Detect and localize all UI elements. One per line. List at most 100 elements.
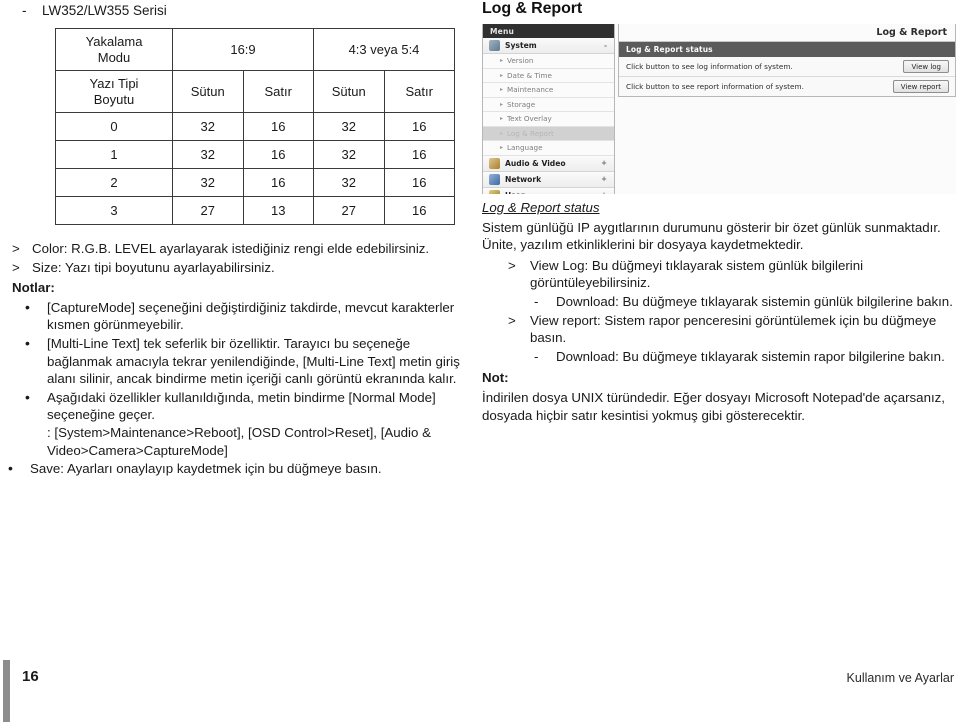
app-content-panel: Log & Report Log & Report status Click b…: [618, 24, 956, 97]
expand-icon[interactable]: +: [601, 159, 607, 167]
sidebar-item-date-time[interactable]: ▸ Date & Time: [483, 68, 614, 83]
cell-size: 0: [55, 112, 173, 141]
chevron-right-icon: ▸: [500, 57, 504, 65]
cell-c4: 16: [383, 140, 455, 169]
left-column: - LW352/LW355 Serisi Yakalama Modu 16:9 …: [0, 0, 470, 620]
list-item-line-2: : [System>Maintenance>Reboot], [OSD Cont…: [47, 424, 431, 458]
sidebar-group-user[interactable]: User +: [483, 187, 614, 195]
list-item-download-log: - Download: Bu düğmeye tıklayarak sistem…: [482, 293, 960, 311]
sidebar-group-label: Audio & Video: [505, 158, 566, 168]
list-item-view-report: > View report: Sistem rapor penceresini …: [482, 312, 960, 347]
user-icon: [489, 189, 500, 194]
header-col-2: Satır: [242, 70, 314, 113]
list-item-text: View Log: Bu düğmeyi tıklayarak sistem g…: [530, 257, 864, 291]
dash-marker: -: [534, 293, 539, 309]
footer-section-label: Kullanım ve Ayarlar: [846, 671, 954, 685]
view-report-button[interactable]: View report: [892, 80, 949, 93]
page-title: Log & Report: [482, 0, 583, 17]
collapse-icon[interactable]: -: [604, 42, 607, 50]
page-number: 16: [22, 668, 39, 685]
list-item-text: [CaptureMode] seçeneğini değiştirdiğiniz…: [47, 299, 455, 333]
bullet-marker: •: [25, 388, 30, 405]
left-prose: > Color: R.G.B. LEVEL ayarlayarak istedi…: [0, 240, 470, 479]
panel-row-text: Click button to see log information of s…: [626, 62, 793, 71]
note-heading: Not:: [482, 370, 509, 386]
audio-video-icon: [489, 157, 500, 169]
status-heading: Log & Report status: [482, 200, 600, 215]
sidebar-item-label: Text Overlay: [507, 114, 552, 124]
chevron-right-icon: ▸: [500, 129, 504, 137]
table-row: 3 27 13 27 16: [55, 196, 455, 225]
sidebar-item-label: Date & Time: [507, 70, 552, 80]
cell-c1: 32: [172, 168, 244, 197]
sidebar-item-label: Storage: [507, 99, 536, 109]
header-col-4: Satır: [383, 70, 455, 113]
sidebar-item-log-report[interactable]: ▸ Log & Report: [483, 126, 614, 141]
cell-c3: 32: [313, 168, 385, 197]
series-heading-text: LW352/LW355 Serisi: [42, 3, 167, 18]
panel-section-header: Log & Report status: [619, 42, 955, 57]
footer-accent-bar: [3, 660, 10, 722]
table-row: 1 32 16 32 16: [55, 140, 455, 169]
view-log-button[interactable]: View log: [903, 60, 949, 73]
sidebar-item-storage[interactable]: ▸ Storage: [483, 97, 614, 112]
sidebar-item-label: Version: [507, 56, 534, 66]
sidebar-item-maintenance[interactable]: ▸ Maintenance: [483, 83, 614, 98]
cell-c3: 32: [313, 140, 385, 169]
cell-c3: 32: [313, 112, 385, 141]
embedded-app-screenshot: Menu System - ▸ Version ▸ Date & Time ▸ …: [482, 24, 956, 194]
cell-c2: 16: [242, 112, 314, 141]
cell-c2: 13: [242, 196, 314, 225]
table-header-row-1: Yakalama Modu 16:9 4:3 veya 5:4: [55, 28, 455, 71]
gt-marker: >: [508, 312, 516, 328]
header-font-size: Yazı Tipi Boyutu: [55, 70, 173, 113]
header-capture-mode: Yakalama Modu: [55, 28, 173, 71]
list-item-text: Save: Ayarları onaylayıp kaydetmek için …: [30, 461, 382, 477]
header-group-4-3-5-4: 4:3 veya 5:4: [313, 28, 455, 71]
list-item-text: Download: Bu düğmeye tıklayarak sistemin…: [556, 293, 953, 309]
list-item-view-log: > View Log: Bu düğmeyi tıklayarak sistem…: [482, 257, 960, 292]
bullet-marker: •: [25, 334, 30, 351]
list-item-download-report: - Download: Bu düğmeye tıklayarak sistem…: [482, 348, 960, 366]
cell-c1: 32: [172, 112, 244, 141]
panel-title: Log & Report: [619, 24, 955, 42]
cell-c1: 27: [172, 196, 244, 225]
chevron-right-icon: ▸: [500, 115, 504, 123]
cell-c2: 16: [242, 168, 314, 197]
gt-marker: >: [508, 257, 516, 273]
list-item-size: > Size: Yazı tipi boyutunu ayarlayabilir…: [0, 259, 470, 277]
cell-c3: 27: [313, 196, 385, 225]
right-column: Log & Report Menu System - ▸ Version ▸ D…: [482, 0, 960, 194]
chevron-right-icon: ▸: [500, 86, 504, 94]
expand-icon[interactable]: +: [601, 191, 607, 194]
expand-icon[interactable]: +: [601, 175, 607, 183]
sidebar-group-label: User: [505, 191, 525, 195]
cell-size: 1: [55, 140, 173, 169]
bullet-marker: •: [8, 460, 13, 477]
cell-c4: 16: [383, 112, 455, 141]
gt-marker: >: [12, 259, 20, 275]
network-icon: [489, 173, 500, 185]
list-item-color: > Color: R.G.B. LEVEL ayarlayarak istedi…: [0, 240, 470, 258]
sidebar-item-text-overlay[interactable]: ▸ Text Overlay: [483, 112, 614, 127]
series-heading-dash: -: [22, 3, 27, 18]
document-page: - LW352/LW355 Serisi Yakalama Modu 16:9 …: [0, 0, 960, 722]
sidebar-group-system[interactable]: System -: [483, 38, 614, 54]
sidebar-item-label: Language: [507, 143, 543, 153]
cell-c2: 16: [242, 140, 314, 169]
note-paragraph: İndirilen dosya UNIX türündedir. Eğer do…: [482, 389, 945, 423]
cell-size: 3: [55, 196, 173, 225]
cell-c4: 16: [383, 196, 455, 225]
sidebar-item-label: Log & Report: [507, 128, 554, 138]
table-row: 2 32 16 32 16: [55, 168, 455, 197]
sidebar-item-version[interactable]: ▸ Version: [483, 54, 614, 69]
list-item-line-1: Aşağıdaki özellikler kullanıldığında, me…: [47, 389, 436, 423]
sidebar-group-network[interactable]: Network +: [483, 171, 614, 188]
panel-row-text: Click button to see report information o…: [626, 82, 804, 91]
cell-c1: 32: [172, 140, 244, 169]
sidebar-group-audio-video[interactable]: Audio & Video +: [483, 155, 614, 172]
list-item: • [Multi-Line Text] tek seferlik bir öze…: [0, 335, 470, 388]
sidebar-group-label: Network: [505, 174, 542, 184]
chevron-right-icon: ▸: [500, 100, 504, 108]
sidebar-item-language[interactable]: ▸ Language: [483, 141, 614, 156]
